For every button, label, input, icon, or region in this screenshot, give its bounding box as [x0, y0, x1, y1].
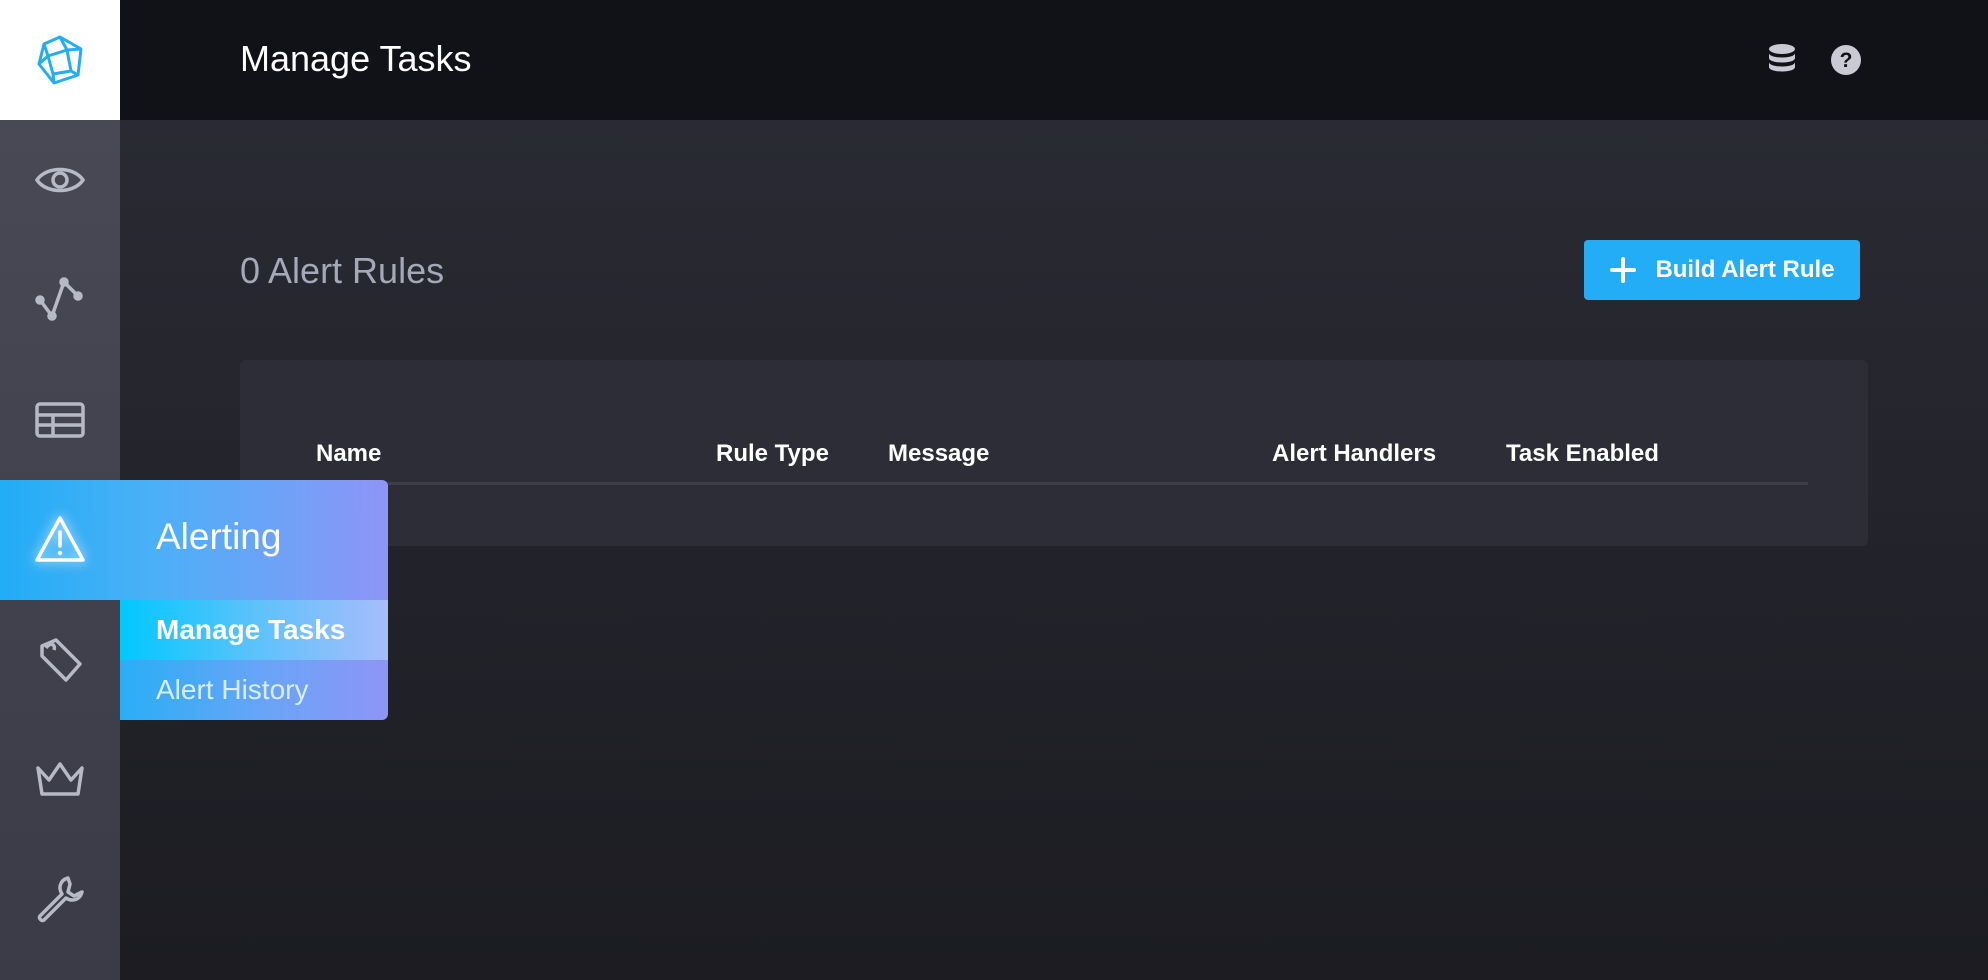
- build-alert-rule-label: Build Alert Rule: [1655, 256, 1835, 283]
- flyout-title: Alerting: [156, 516, 282, 557]
- sidebar-item-data-explorer[interactable]: [0, 240, 120, 360]
- sidebar-item-configuration[interactable]: [0, 840, 120, 960]
- flyout-item-manage-tasks[interactable]: Manage Tasks: [120, 600, 388, 660]
- sidebar-item-dashboards[interactable]: [0, 360, 120, 480]
- dashboard-grid-icon: [35, 402, 85, 438]
- graph-icon: [35, 277, 83, 321]
- page-title: Manage Tasks: [240, 38, 472, 79]
- table-header-divider: [314, 482, 1808, 485]
- logo[interactable]: [0, 0, 120, 120]
- crown-icon: [36, 762, 84, 796]
- plus-icon: [1610, 257, 1637, 283]
- flyout-item-alert-history[interactable]: Alert History: [120, 660, 388, 720]
- svg-text:?: ?: [1840, 49, 1853, 72]
- alerting-flyout-menu: Manage Tasks Alert History: [120, 600, 388, 720]
- database-button[interactable]: [1764, 42, 1800, 78]
- alert-rules-table: Name Rule Type Message Alert Handlers Ta…: [240, 360, 1868, 546]
- wrench-icon: [37, 876, 84, 923]
- column-header-rule-type[interactable]: Rule Type: [716, 440, 829, 468]
- sidebar-item-host-list[interactable]: [0, 120, 120, 240]
- column-header-alert-handlers[interactable]: Alert Handlers: [1272, 440, 1436, 468]
- app-root: Manage Tasks ? 0 Alert Rules Build Alert…: [0, 0, 1988, 980]
- alert-triangle-icon: [35, 516, 85, 562]
- build-alert-rule-button[interactable]: Build Alert Rule: [1584, 240, 1860, 300]
- main-content: 0 Alert Rules Build Alert Rule Name Rule…: [120, 120, 1988, 980]
- column-header-name[interactable]: Name: [316, 440, 381, 468]
- tag-icon: [40, 638, 82, 682]
- sidebar-item-log-viewer[interactable]: [0, 600, 120, 720]
- column-header-task-enabled[interactable]: Task Enabled: [1506, 440, 1659, 468]
- alerting-icon-wrap: [0, 480, 120, 600]
- eye-icon: [34, 167, 86, 193]
- help-icon: ?: [1831, 45, 1861, 75]
- column-header-message[interactable]: Message: [888, 440, 989, 468]
- sidebar-item-admin[interactable]: [0, 720, 120, 840]
- cube-logo-icon: [37, 35, 83, 85]
- help-button[interactable]: ?: [1828, 42, 1864, 78]
- sidebar-item-alerting[interactable]: Alerting: [0, 480, 388, 600]
- database-icon: [1769, 44, 1795, 72]
- alert-rules-count: 0 Alert Rules: [240, 250, 445, 291]
- top-header: Manage Tasks ?: [120, 0, 1988, 120]
